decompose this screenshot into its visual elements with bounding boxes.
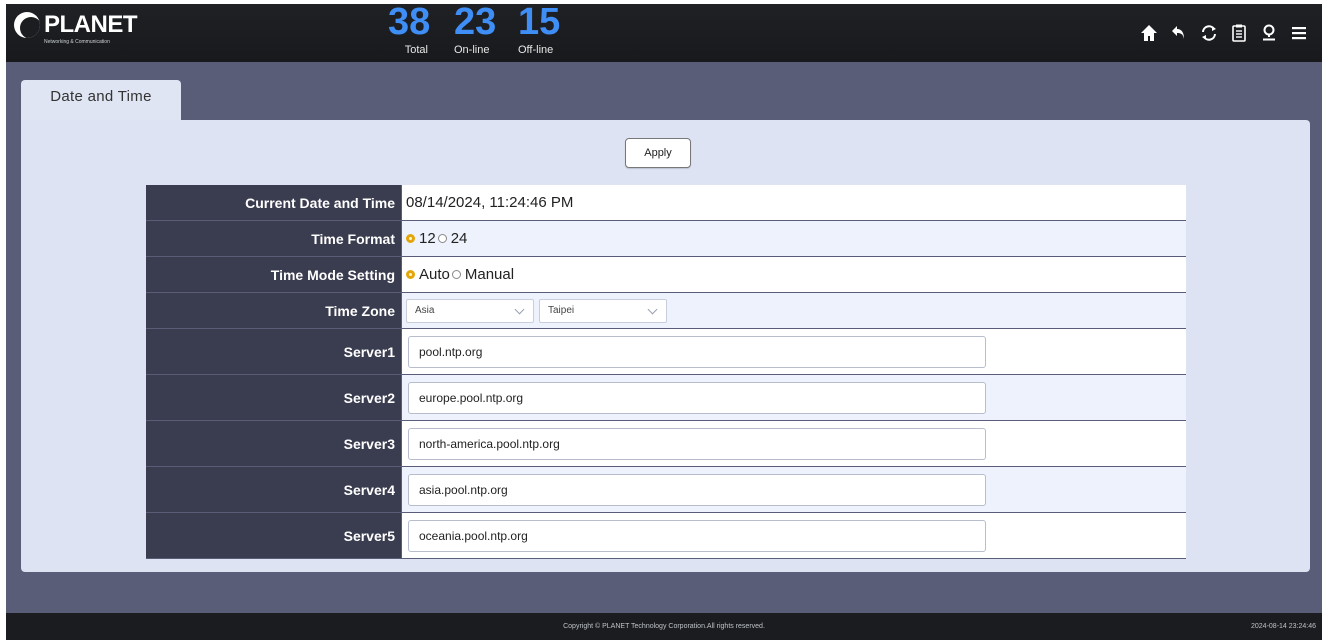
row-current-date-time: Current Date and Time 08/14/2024, 11:24:… bbox=[146, 185, 1186, 221]
server3-input[interactable]: north-america.pool.ntp.org bbox=[408, 427, 986, 460]
stat-online: 23 On-line bbox=[454, 4, 514, 56]
server1-cell: pool.ntp.org bbox=[402, 329, 1186, 374]
radio-auto-label: Auto bbox=[419, 266, 450, 283]
label-server1: Server1 bbox=[146, 329, 402, 374]
server3-cell: north-america.pool.ntp.org bbox=[402, 421, 1186, 466]
settings-form: Current Date and Time 08/14/2024, 11:24:… bbox=[146, 185, 1186, 559]
copyright-text: Copyright © PLANET Technology Corporatio… bbox=[563, 623, 765, 630]
radio-auto[interactable]: Auto bbox=[406, 266, 450, 283]
clipboard-icon[interactable] bbox=[1224, 18, 1254, 48]
row-time-mode: Time Mode Setting Auto Manual bbox=[146, 257, 1186, 293]
server2-input[interactable]: europe.pool.ntp.org bbox=[408, 381, 986, 414]
header-toolbar bbox=[1134, 18, 1314, 48]
stat-total: 38 Total bbox=[388, 4, 431, 56]
radio-unselected-icon bbox=[437, 234, 447, 243]
stat-offline-value: 15 bbox=[518, 4, 561, 43]
row-server5: Server5 oceania.pool.ntp.org bbox=[146, 513, 1186, 559]
date-time-panel: Apply Current Date and Time 08/14/2024, … bbox=[21, 120, 1310, 572]
label-server5: Server5 bbox=[146, 513, 402, 558]
stat-online-value: 23 bbox=[454, 4, 497, 43]
radio-12-hour[interactable]: 12 bbox=[406, 230, 436, 247]
row-server1: Server1 pool.ntp.org bbox=[146, 329, 1186, 375]
radio-manual[interactable]: Manual bbox=[451, 266, 515, 283]
label-time-zone: Time Zone bbox=[146, 293, 402, 328]
region-value: Asia bbox=[415, 305, 435, 316]
server2-cell: europe.pool.ntp.org bbox=[402, 375, 1186, 420]
chevron-down-icon bbox=[647, 304, 658, 314]
label-server4: Server4 bbox=[146, 467, 402, 512]
stat-total-label: Total bbox=[404, 44, 428, 56]
back-icon[interactable] bbox=[1164, 18, 1194, 48]
time-zone-city-select[interactable]: Taipei bbox=[539, 298, 667, 323]
apply-button[interactable]: Apply bbox=[625, 138, 691, 168]
time-mode-options: Auto Manual bbox=[402, 257, 1186, 292]
server4-cell: asia.pool.ntp.org bbox=[402, 467, 1186, 512]
logo-subtitle: Networking & Communication bbox=[44, 39, 110, 45]
radio-selected-icon bbox=[406, 270, 415, 279]
radio-selected-icon bbox=[406, 234, 415, 243]
menu-icon[interactable] bbox=[1284, 18, 1314, 48]
app-window: PLANET Networking & Communication 38 Tot… bbox=[6, 4, 1322, 640]
server4-input[interactable]: asia.pool.ntp.org bbox=[408, 473, 986, 506]
stat-total-value: 38 bbox=[388, 4, 431, 43]
home-icon[interactable] bbox=[1134, 18, 1164, 48]
label-current-date-time: Current Date and Time bbox=[146, 185, 402, 220]
server5-input[interactable]: oceania.pool.ntp.org bbox=[408, 519, 986, 552]
current-date-time-value: 08/14/2024, 11:24:46 PM bbox=[402, 185, 1186, 220]
radio-unselected-icon bbox=[451, 270, 461, 279]
label-time-format: Time Format bbox=[146, 221, 402, 256]
location-pin-icon[interactable] bbox=[1254, 18, 1284, 48]
logo-circle-icon bbox=[14, 12, 40, 38]
chevron-down-icon bbox=[514, 304, 525, 314]
server1-input[interactable]: pool.ntp.org bbox=[408, 335, 986, 368]
row-time-format: Time Format 12 24 bbox=[146, 221, 1186, 257]
radio-24-hour[interactable]: 24 bbox=[437, 230, 468, 247]
label-server2: Server2 bbox=[146, 375, 402, 420]
server5-cell: oceania.pool.ntp.org bbox=[402, 513, 1186, 558]
row-server2: Server2 europe.pool.ntp.org bbox=[146, 375, 1186, 421]
city-value: Taipei bbox=[548, 305, 575, 316]
logo-text: PLANET bbox=[44, 11, 138, 38]
label-server3: Server3 bbox=[146, 421, 402, 466]
time-format-options: 12 24 bbox=[402, 221, 1186, 256]
time-zone-selects: Asia Taipei bbox=[402, 293, 1186, 328]
time-zone-region-select[interactable]: Asia bbox=[406, 298, 534, 323]
footer-timestamp: 2024-08-14 23:24:46 bbox=[1251, 623, 1316, 630]
refresh-icon[interactable] bbox=[1194, 18, 1224, 48]
radio-24-label: 24 bbox=[450, 230, 468, 247]
stat-offline-label: Off-line bbox=[518, 44, 554, 56]
stat-online-label: On-line bbox=[454, 44, 490, 56]
row-server3: Server3 north-america.pool.ntp.org bbox=[146, 421, 1186, 467]
tab-date-and-time[interactable]: Date and Time bbox=[21, 80, 181, 120]
radio-12-label: 12 bbox=[419, 230, 436, 247]
row-time-zone: Time Zone Asia Taipei bbox=[146, 293, 1186, 329]
header-bar: PLANET Networking & Communication 38 Tot… bbox=[6, 4, 1322, 62]
planet-logo[interactable]: PLANET Networking & Communication bbox=[14, 10, 164, 50]
label-time-mode: Time Mode Setting bbox=[146, 257, 402, 292]
radio-manual-label: Manual bbox=[464, 266, 515, 283]
stat-offline: 15 Off-line bbox=[518, 4, 578, 56]
footer-bar: Copyright © PLANET Technology Corporatio… bbox=[6, 613, 1322, 640]
row-server4: Server4 asia.pool.ntp.org bbox=[146, 467, 1186, 513]
